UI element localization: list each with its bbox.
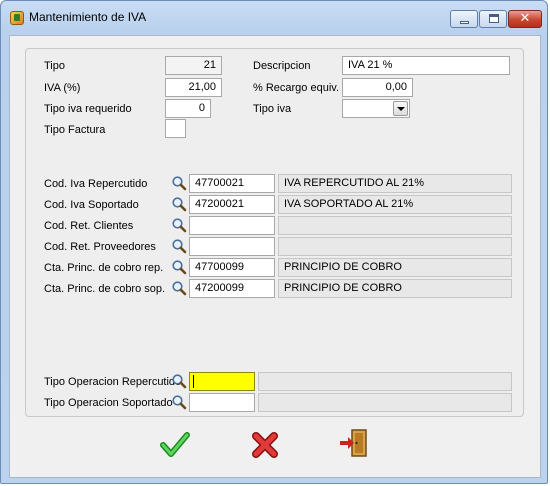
recargo-label: % Recargo equiv. — [253, 82, 340, 94]
search-icon[interactable] — [171, 238, 187, 254]
account-label: Cod. Iva Soportado — [44, 199, 139, 211]
search-icon[interactable] — [171, 373, 187, 389]
account-label: Cta. Princ. de cobro sop. — [44, 283, 166, 295]
search-icon[interactable] — [171, 280, 187, 296]
minimize-icon — [460, 21, 469, 24]
accept-button[interactable] — [158, 428, 192, 462]
account-code-field[interactable] — [189, 237, 275, 256]
search-icon[interactable] — [171, 259, 187, 275]
account-label: Cod. Iva Repercutido — [44, 178, 148, 190]
account-code-field[interactable]: 47200021 — [189, 195, 275, 214]
account-description: IVA REPERCUTIDO AL 21% — [278, 174, 512, 193]
search-icon[interactable] — [171, 196, 187, 212]
operation-label: Tipo Operacion Soportado — [44, 397, 173, 409]
cancel-button[interactable] — [248, 428, 282, 462]
operation-description — [258, 372, 512, 391]
exit-door-icon — [340, 429, 367, 457]
cancel-x-icon — [252, 432, 278, 458]
window: Mantenimiento de IVA ✕ Tipo 21 Descripci… — [0, 0, 548, 484]
search-icon[interactable] — [171, 217, 187, 233]
close-icon: ✕ — [519, 11, 531, 26]
account-description: PRINCIPIO DE COBRO — [278, 279, 512, 298]
check-icon — [160, 432, 190, 457]
operation-label: Tipo Operacion Repercutido — [44, 376, 182, 388]
tipo-factura-field[interactable] — [165, 119, 186, 138]
tipo-field[interactable]: 21 — [165, 56, 222, 75]
tipo-factura-label: Tipo Factura — [44, 124, 106, 136]
account-description — [278, 216, 512, 235]
tipo-iva-requerido-field[interactable]: 0 — [165, 99, 211, 118]
maximize-icon — [489, 14, 499, 23]
account-code-field[interactable]: 47700021 — [189, 174, 275, 193]
form-panel: Tipo 21 Descripcion IVA 21 % IVA (%) 21,… — [25, 48, 524, 417]
tipo-iva-select[interactable] — [342, 99, 410, 118]
tipo-label: Tipo — [44, 60, 65, 72]
iva-pct-field[interactable]: 21,00 — [165, 78, 222, 97]
search-icon[interactable] — [171, 175, 187, 191]
text-caret — [193, 375, 194, 388]
minimize-button[interactable] — [450, 10, 478, 28]
account-code-field[interactable]: 47700099 — [189, 258, 275, 277]
account-description — [278, 237, 512, 256]
app-icon — [10, 11, 24, 25]
exit-button[interactable] — [337, 427, 371, 461]
account-label: Cod. Ret. Clientes — [44, 220, 134, 232]
operation-code-field[interactable] — [189, 372, 255, 391]
descripcion-field[interactable]: IVA 21 % — [342, 56, 510, 75]
account-code-field[interactable]: 47200099 — [189, 279, 275, 298]
descripcion-label: Descripcion — [253, 60, 311, 72]
title-bar: Mantenimiento de IVA ✕ — [1, 1, 547, 35]
account-description: PRINCIPIO DE COBRO — [278, 258, 512, 277]
operation-code-field[interactable] — [189, 393, 255, 412]
client-area: Tipo 21 Descripcion IVA 21 % IVA (%) 21,… — [9, 35, 541, 478]
account-label: Cod. Ret. Proveedores — [44, 241, 156, 253]
account-label: Cta. Princ. de cobro rep. — [44, 262, 164, 274]
chevron-down-icon[interactable] — [393, 101, 408, 116]
account-code-field[interactable] — [189, 216, 275, 235]
tipo-iva-requerido-label: Tipo iva requerido — [44, 103, 132, 115]
recargo-field[interactable]: 0,00 — [342, 78, 413, 97]
tipo-iva-label: Tipo iva — [253, 103, 292, 115]
operation-description — [258, 393, 512, 412]
account-description: IVA SOPORTADO AL 21% — [278, 195, 512, 214]
close-button[interactable]: ✕ — [508, 10, 542, 28]
maximize-button[interactable] — [479, 10, 507, 28]
window-title: Mantenimiento de IVA — [29, 10, 147, 24]
search-icon[interactable] — [171, 394, 187, 410]
iva-pct-label: IVA (%) — [44, 82, 81, 94]
